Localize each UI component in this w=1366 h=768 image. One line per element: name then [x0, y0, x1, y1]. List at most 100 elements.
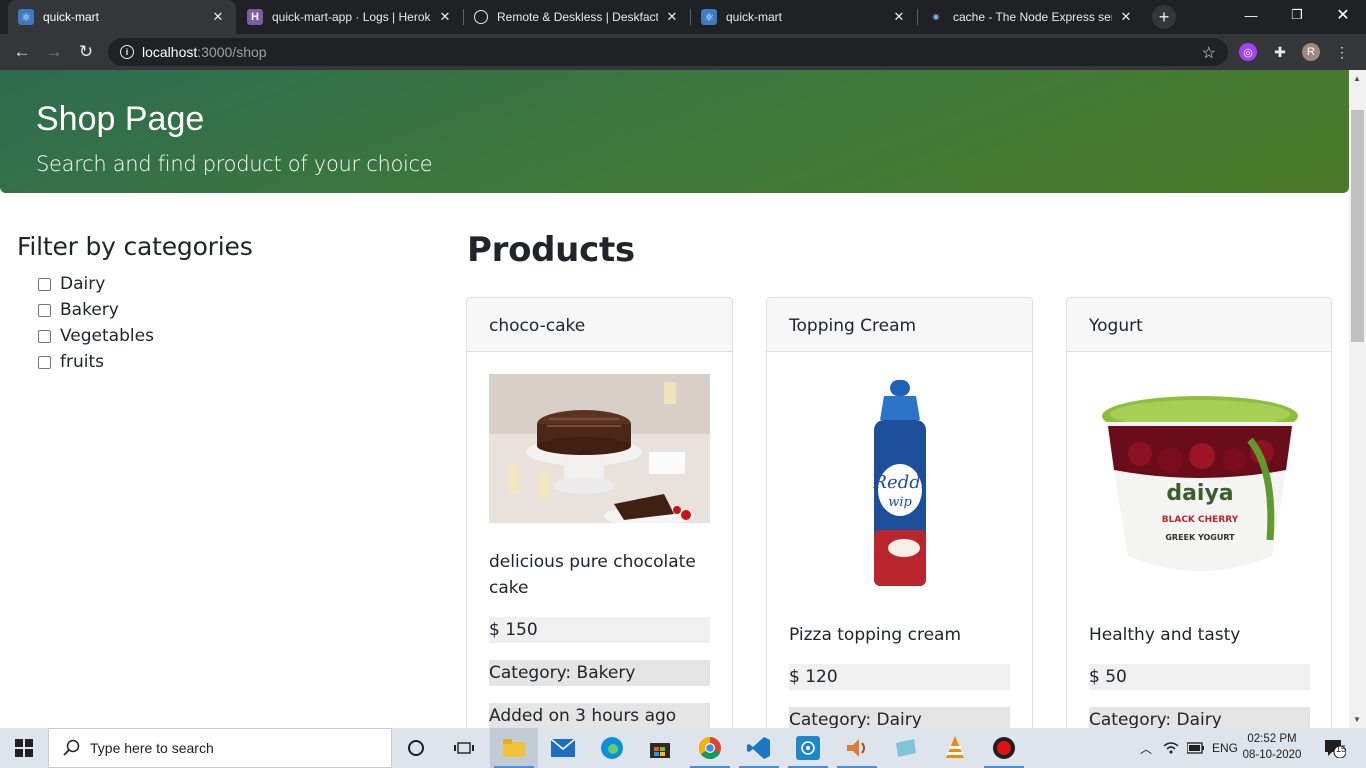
product-category: Category: Bakery [489, 660, 710, 686]
product-category: Category: Dairy [789, 707, 1010, 728]
product-description: delicious pure chocolate cake [489, 552, 696, 598]
page-scrollbar[interactable]: ▲ ▼ [1349, 70, 1366, 728]
page-subtitle: Search and find product of your choice [36, 152, 433, 176]
url-path: :3000/shop [197, 44, 267, 60]
tab-title: Remote & Deskless | Deskfactor [497, 10, 658, 24]
svg-text:GREEK YOGURT: GREEK YOGURT [1165, 533, 1235, 542]
mail-icon[interactable] [539, 728, 587, 768]
product-name: choco-cake [467, 298, 732, 352]
product-description: Pizza topping cream [789, 625, 962, 645]
category-option[interactable]: Dairy [38, 271, 253, 297]
notification-center-icon[interactable]: 15 [1324, 728, 1346, 768]
product-card[interactable]: Yogurt daiya BLACK CHERRY GREEK YOGURT H… [1066, 297, 1332, 728]
checkbox[interactable] [38, 355, 51, 369]
windows-taskbar: Type here to search ︿ ENG 02:52 PM 08-10… [0, 728, 1366, 768]
task-view-icon[interactable] [440, 728, 488, 768]
show-hidden-icons[interactable]: ︿ [1140, 728, 1152, 768]
product-category: Category: Dairy [1089, 707, 1310, 728]
products-heading: Products [467, 230, 635, 270]
profile-avatar[interactable]: R [1302, 43, 1320, 61]
notes-app-icon[interactable] [882, 728, 930, 768]
close-icon[interactable]: ✕ [664, 9, 680, 25]
minimize-button[interactable]: — [1228, 0, 1274, 30]
product-name: Yogurt [1067, 298, 1331, 352]
checkbox[interactable] [38, 329, 51, 343]
cortana-icon[interactable] [392, 728, 440, 768]
scroll-down-icon[interactable]: ▼ [1353, 715, 1361, 724]
back-button[interactable]: ← [8, 38, 36, 66]
restore-button[interactable]: ❐ [1274, 0, 1320, 30]
react-app-icon[interactable] [784, 728, 832, 768]
filter-title: Filter by categories [17, 232, 253, 261]
close-icon[interactable]: ✕ [437, 9, 453, 25]
browser-tab-3[interactable]: Remote & Deskless | Deskfactor ✕ [464, 0, 690, 34]
language-indicator[interactable]: ENG [1212, 728, 1238, 768]
vscode-icon[interactable] [735, 728, 783, 768]
close-window-button[interactable]: ✕ [1320, 0, 1366, 30]
hero-banner: Shop Page Search and find product of you… [0, 70, 1349, 193]
product-card[interactable]: Topping Cream Reddi wip Pizza topping cr… [766, 297, 1033, 728]
product-image [489, 374, 710, 523]
url-host: localhost [142, 44, 198, 60]
product-name: Topping Cream [767, 298, 1032, 352]
heroku-icon: H [247, 9, 263, 25]
close-icon[interactable]: ✕ [210, 9, 226, 25]
new-tab-button[interactable]: + [1152, 5, 1176, 29]
category-option[interactable]: Vegetables [38, 323, 253, 349]
screen-recorder-icon[interactable] [980, 728, 1028, 768]
close-icon[interactable]: ✕ [1118, 9, 1134, 25]
notification-count: 15 [1336, 744, 1347, 754]
chrome-icon[interactable] [686, 728, 734, 768]
checkbox[interactable] [38, 303, 51, 317]
battery-icon[interactable] [1187, 728, 1205, 768]
scrollbar-thumb[interactable] [1351, 110, 1364, 342]
react-icon: ⚛ [701, 9, 717, 25]
info-icon[interactable]: i [120, 45, 134, 59]
category-option[interactable]: Bakery [38, 297, 253, 323]
search-placeholder: Type here to search [90, 740, 214, 756]
browser-tab-2[interactable]: H quick-mart-app · Logs | Heroku ✕ [237, 0, 463, 34]
browser-tab-1[interactable]: ⚛ quick-mart ✕ [8, 0, 236, 34]
sound-app-icon[interactable] [833, 728, 881, 768]
extension-icon[interactable]: ◎ [1239, 43, 1257, 61]
svg-text:daiya: daiya [1166, 481, 1233, 506]
file-explorer-icon[interactable] [490, 728, 538, 768]
browser-tab-4[interactable]: ⚛ quick-mart ✕ [691, 0, 917, 34]
page-title: Shop Page [36, 100, 205, 138]
tab-title: cache - The Node Express server [953, 10, 1112, 24]
taskbar-search[interactable]: Type here to search [48, 728, 392, 768]
menu-kebab-icon[interactable]: ⋮ [1333, 43, 1351, 61]
scroll-up-icon[interactable]: ▲ [1353, 74, 1361, 83]
category-option[interactable]: fruits [38, 349, 253, 375]
category-filter: Filter by categories Dairy Bakery Vegeta… [17, 232, 253, 375]
edge-icon[interactable] [588, 728, 636, 768]
browser-toolbar: ← → ↻ i localhost:3000/shop ☆ ◎ ✚ R ⋮ [0, 34, 1366, 70]
bookmark-star-icon[interactable]: ☆ [1202, 43, 1216, 63]
extensions-puzzle-icon[interactable]: ✚ [1271, 43, 1289, 61]
product-image: Reddi wip [789, 374, 1010, 596]
store-icon[interactable] [636, 728, 684, 768]
svg-text:Reddi: Reddi [872, 472, 926, 493]
product-card[interactable]: choco-cake delicious pure chocolate cake… [466, 297, 733, 728]
react-icon: ⚛ [18, 9, 34, 25]
vlc-icon[interactable] [931, 728, 979, 768]
product-description: Healthy and tasty [1089, 625, 1241, 645]
system-clock[interactable]: 02:52 PM 08-10-2020 [1238, 731, 1306, 763]
globe-icon [474, 10, 488, 24]
wifi-icon[interactable] [1163, 728, 1179, 768]
tab-title: quick-mart [726, 10, 783, 24]
address-bar[interactable]: i localhost:3000/shop ☆ [108, 38, 1228, 66]
windows-start-button[interactable] [0, 728, 48, 768]
page-viewport: Shop Page Search and find product of you… [0, 70, 1366, 728]
product-added: Added on 3 hours ago [489, 703, 710, 728]
browser-tab-5[interactable]: ✷ cache - The Node Express server ✕ [918, 0, 1144, 34]
node-icon: ✷ [931, 11, 941, 24]
tab-title: quick-mart-app · Logs | Heroku [272, 10, 431, 24]
product-price: $ 50 [1089, 664, 1310, 690]
close-icon[interactable]: ✕ [891, 9, 907, 25]
product-image: daiya BLACK CHERRY GREEK YOGURT [1089, 374, 1310, 596]
checkbox[interactable] [38, 277, 51, 291]
forward-button[interactable]: → [40, 38, 68, 66]
svg-text:BLACK CHERRY: BLACK CHERRY [1161, 515, 1238, 525]
reload-button[interactable]: ↻ [72, 38, 100, 66]
